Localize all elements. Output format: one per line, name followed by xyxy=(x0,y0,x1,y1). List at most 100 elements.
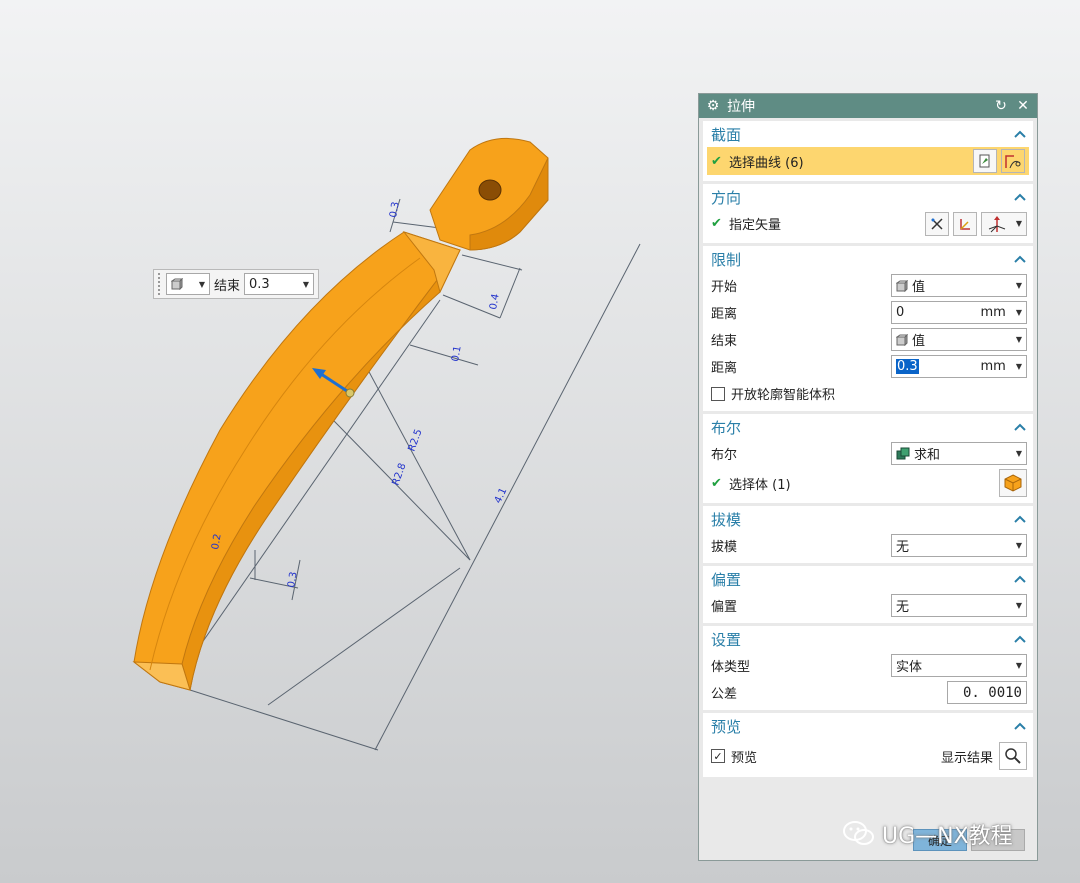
watermark: UG—NX教程 xyxy=(842,818,1013,850)
unite-icon xyxy=(896,447,910,459)
dialog-titlebar: ⚙ 拉伸 ↻ ✕ xyxy=(699,94,1037,118)
draft-section: 拔模 拔模 无 ▼ xyxy=(703,506,1033,563)
chevron-up-icon[interactable] xyxy=(1013,190,1027,204)
start-label: 开始 xyxy=(711,280,738,295)
draft-label: 拔模 xyxy=(711,540,738,555)
end-distance-input[interactable]: 0.3 mm ▼ xyxy=(891,355,1027,378)
body-type-row: 体类型 实体 ▼ xyxy=(703,652,1033,679)
vector-type-dropdown[interactable]: ▼ xyxy=(981,211,1027,236)
toolbar-grip[interactable] xyxy=(158,273,162,295)
boolean-header[interactable]: 布尔 xyxy=(703,414,1033,440)
value-cube-icon xyxy=(896,279,908,292)
direction-section: 方向 ✔ 指定矢量 ▼ xyxy=(703,184,1033,243)
unit-label: mm xyxy=(980,305,1006,320)
chevron-down-icon: ▼ xyxy=(302,279,310,289)
offset-header[interactable]: 偏置 xyxy=(703,566,1033,592)
offset-label: 偏置 xyxy=(711,600,738,615)
start-distance-input[interactable]: 0 mm ▼ xyxy=(891,301,1027,324)
extruded-part[interactable] xyxy=(132,137,549,691)
chevron-down-icon: ▼ xyxy=(1015,308,1022,317)
select-body-button[interactable] xyxy=(999,469,1027,497)
close-icon[interactable]: ✕ xyxy=(1015,98,1031,114)
preview-header[interactable]: 预览 xyxy=(703,713,1033,739)
end-distance-input[interactable]: 0.3 ▼ xyxy=(244,273,315,295)
dim-label: 0.4 xyxy=(488,293,502,311)
chevron-up-icon[interactable] xyxy=(1013,252,1027,266)
dim-label: R2.8 xyxy=(390,462,408,487)
reverse-direction-button[interactable] xyxy=(925,211,949,236)
section-title: 截面 xyxy=(711,125,742,144)
select-body-row: ✔ 选择体 (1) xyxy=(703,467,1033,499)
reset-icon[interactable]: ↻ xyxy=(993,98,1009,114)
offset-section: 偏置 偏置 无 ▼ xyxy=(703,566,1033,623)
show-result-button[interactable] xyxy=(999,742,1027,770)
settings-header[interactable]: 设置 xyxy=(703,626,1033,652)
preview-checkbox[interactable]: ✓ xyxy=(711,749,725,763)
chevron-down-icon: ▼ xyxy=(1015,661,1022,670)
magnifier-icon xyxy=(1005,748,1021,764)
chevron-up-icon[interactable] xyxy=(1013,420,1027,434)
watermark-text: UG—NX教程 xyxy=(882,824,1013,849)
end-label: 结束 xyxy=(711,334,738,349)
chevron-up-icon[interactable] xyxy=(1013,572,1027,586)
head-hole xyxy=(478,179,502,201)
chevron-up-icon[interactable] xyxy=(1013,632,1027,646)
offset-value: 无 xyxy=(896,600,910,615)
chevron-up-icon[interactable] xyxy=(1013,127,1027,141)
vector-dialog-button[interactable] xyxy=(953,211,977,236)
section-header[interactable]: 截面 xyxy=(703,121,1033,147)
sketch-section-button[interactable] xyxy=(973,149,997,173)
section-section: 截面 ✔ 选择曲线 (6) xyxy=(703,121,1033,181)
solid-body-icon xyxy=(1004,474,1022,492)
select-curve-row[interactable]: ✔ 选择曲线 (6) xyxy=(707,147,1029,175)
end-distance-value: 0.3 xyxy=(249,276,270,292)
tolerance-label: 公差 xyxy=(711,687,738,702)
end-type-dropdown[interactable]: ▼ xyxy=(166,273,210,295)
distance2-row: 距离 0.3 mm ▼ xyxy=(703,353,1033,380)
draft-value: 无 xyxy=(896,540,910,555)
limits-header[interactable]: 限制 xyxy=(703,246,1033,272)
preview-section: 预览 ✓ 预览 显示结果 xyxy=(703,713,1033,777)
chevron-down-icon: ▼ xyxy=(1015,601,1022,610)
end-type-select[interactable]: 值 ▼ xyxy=(891,328,1027,351)
dialog-title: 拉伸 xyxy=(727,99,755,115)
offset-title: 偏置 xyxy=(711,570,742,589)
boolean-title: 布尔 xyxy=(711,418,742,437)
draft-title: 拔模 xyxy=(711,510,742,529)
start-row: 开始 值 ▼ xyxy=(703,272,1033,299)
chevron-up-icon[interactable] xyxy=(1013,719,1027,733)
curve-select-button[interactable] xyxy=(1001,149,1025,173)
open-profile-label: 开放轮廓智能体积 xyxy=(731,388,836,403)
value-cube-icon xyxy=(171,278,183,290)
select-curve-label: 选择曲线 (6) xyxy=(729,155,804,171)
chevron-down-icon: ▼ xyxy=(198,279,205,289)
dim-label: 0.3 xyxy=(388,201,402,219)
direction-header[interactable]: 方向 xyxy=(703,184,1033,210)
start-type-select[interactable]: 值 ▼ xyxy=(891,274,1027,297)
distance1-label: 距离 xyxy=(711,307,738,322)
body-type-select[interactable]: 实体 ▼ xyxy=(891,654,1027,677)
start-distance-value: 0 xyxy=(896,305,905,320)
tolerance-input[interactable]: 0. 0010 xyxy=(947,681,1027,704)
distance2-label: 距离 xyxy=(711,361,738,376)
preview-row: ✓ 预览 显示结果 xyxy=(703,739,1033,773)
tolerance-row: 公差 0. 0010 xyxy=(703,679,1033,706)
limits-title: 限制 xyxy=(711,250,742,269)
sketch-icon xyxy=(979,154,990,168)
unit-label: mm xyxy=(980,359,1006,374)
reverse-direction-icon xyxy=(931,217,943,230)
settings-section: 设置 体类型 实体 ▼ 公差 0. 0010 xyxy=(703,626,1033,710)
open-profile-checkbox[interactable] xyxy=(711,386,725,401)
boolean-value: 求和 xyxy=(914,448,941,463)
chevron-down-icon: ▼ xyxy=(1015,281,1022,290)
floating-input-toolbar: ▼ 结束 0.3 ▼ xyxy=(153,269,319,299)
select-body-label: 选择体 (1) xyxy=(729,477,791,493)
boolean-select[interactable]: 求和 ▼ xyxy=(891,442,1027,465)
gear-icon[interactable]: ⚙ xyxy=(705,98,721,114)
draft-header[interactable]: 拔模 xyxy=(703,506,1033,532)
offset-select[interactable]: 无 ▼ xyxy=(891,594,1027,617)
draft-select[interactable]: 无 ▼ xyxy=(891,534,1027,557)
chevron-up-icon[interactable] xyxy=(1013,512,1027,526)
axis-vector-icon xyxy=(988,215,1006,232)
specify-vector-label: 指定矢量 xyxy=(729,218,782,233)
